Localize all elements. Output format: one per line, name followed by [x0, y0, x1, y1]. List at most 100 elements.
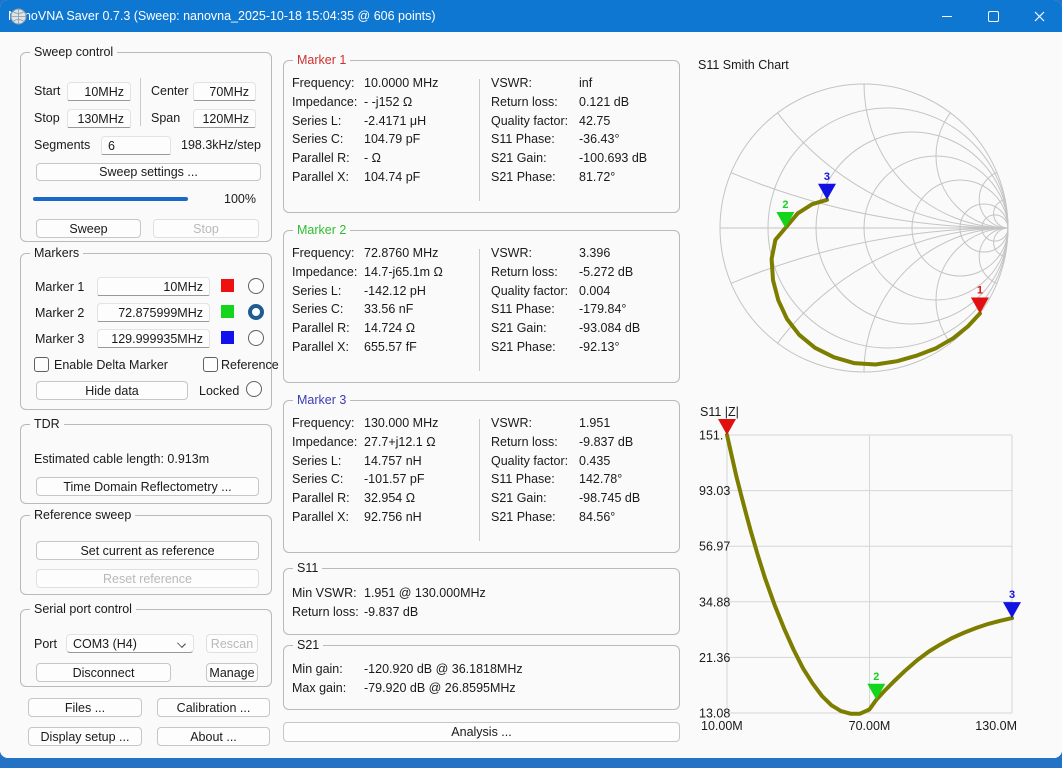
field-label: Quality factor:	[491, 113, 569, 128]
calibration-button[interactable]: Calibration ...	[157, 698, 270, 717]
rescan-button[interactable]: Rescan	[206, 634, 258, 653]
field-label: Parallel R:	[292, 321, 350, 336]
center-input[interactable]: 70MHz	[193, 82, 256, 101]
marker-3-label: 3	[1009, 589, 1015, 601]
s21-summary-panel: S21 Min gain: -120.920 dB @ 36.1818MHz Max…	[283, 637, 680, 710]
locked-radio[interactable]	[246, 381, 262, 397]
field-label: S21 Phase:	[491, 169, 556, 184]
field-label: S11 Phase:	[491, 132, 555, 147]
marker-1-label: 1	[977, 285, 983, 297]
field-label: Impedance:	[292, 435, 358, 450]
field-value: 655.57 fF	[364, 339, 417, 354]
marker1-color-swatch[interactable]	[221, 279, 234, 292]
field-label: Return loss:	[292, 605, 359, 620]
marker3-select-radio[interactable]	[248, 330, 264, 346]
field-label: Parallel X:	[292, 169, 349, 184]
marker2-select-radio[interactable]	[248, 304, 264, 320]
field-label: S21 Gain:	[491, 151, 547, 166]
field-value: inf	[579, 76, 593, 91]
reference-checkbox[interactable]	[203, 357, 218, 372]
field-value: 32.954 Ω	[364, 491, 416, 506]
tdr-group: TDR Estimated cable length: 0.913m Time …	[20, 416, 272, 504]
maximize-button[interactable]	[970, 0, 1016, 32]
display-setup-button[interactable]: Display setup ...	[28, 727, 142, 746]
hide-data-button[interactable]: Hide data	[36, 381, 188, 400]
markers-group: Markers Marker 1 10MHz Marker 2 72.87599…	[20, 245, 279, 410]
tdr-title: TDR	[30, 416, 64, 432]
field-label: Series C:	[292, 472, 344, 487]
field-value: -98.745 dB	[579, 491, 641, 506]
start-input[interactable]: 10MHz	[67, 82, 131, 101]
field-label: Series L:	[292, 283, 342, 298]
field-label: Max gain:	[292, 681, 347, 696]
field-value: -9.837 dB	[579, 435, 634, 450]
smith-grid-arcs	[720, 84, 1008, 372]
port-value: COM3 (H4)	[73, 636, 137, 651]
marker-3-triangle[interactable]	[1003, 602, 1021, 619]
disconnect-button[interactable]: Disconnect	[36, 663, 171, 682]
enable-delta-marker-checkbox[interactable]	[34, 357, 49, 372]
set-reference-button[interactable]: Set current as reference	[36, 541, 259, 560]
sweep-progress-bar	[33, 197, 188, 201]
reset-reference-button[interactable]: Reset reference	[36, 569, 259, 588]
s21-panel-title: S21	[293, 637, 324, 653]
field-value: 0.004	[579, 283, 611, 298]
span-input[interactable]: 120MHz	[193, 109, 256, 128]
field-label: Series L:	[292, 113, 342, 128]
marker3-right-values: VSWR: 1.951 Return loss: -9.837 dB Quality f…	[491, 414, 640, 526]
field-value: 33.56 nF	[364, 302, 414, 317]
port-select[interactable]: COM3 (H4)	[66, 634, 194, 653]
field-label: Parallel R:	[292, 151, 350, 166]
tdr-button[interactable]: Time Domain Reflectometry ...	[36, 477, 259, 496]
field-label: Min VSWR:	[292, 586, 357, 601]
field-value: 72.8760 MHz	[364, 246, 439, 261]
field-label: S21 Gain:	[491, 491, 547, 506]
smith-chart-title: S11 Smith Chart	[698, 58, 789, 72]
field-value: 0.121 dB	[579, 95, 630, 110]
serial-port-title: Serial port control	[30, 601, 136, 617]
field-value: 10.0000 MHz	[364, 76, 439, 91]
progress-percent: 100%	[224, 192, 256, 206]
marker-1-triangle[interactable]	[970, 297, 989, 314]
titlebar[interactable]: NanoVNA Saver 0.7.3 (Sweep: nanovna_2025…	[0, 0, 1062, 32]
field-value: -93.084 dB	[579, 321, 641, 336]
field-value: 0.435	[579, 453, 611, 468]
field-label: Series L:	[292, 453, 342, 468]
field-value: 130.000 MHz	[364, 416, 439, 431]
marker2-color-swatch[interactable]	[221, 305, 234, 318]
marker1-panel-title: Marker 1	[293, 52, 351, 68]
marker3-frequency-input[interactable]: 129.999935MHz	[97, 329, 210, 348]
stop-input[interactable]: 130MHz	[67, 109, 131, 128]
enable-delta-marker-label: Enable Delta Marker	[54, 358, 168, 372]
minimize-button[interactable]	[924, 0, 970, 32]
locked-label: Locked	[199, 384, 240, 398]
sweep-button[interactable]: Sweep	[36, 219, 141, 238]
marker1-right-values: VSWR: inf Return loss: 0.121 dB Quality fact…	[491, 74, 647, 186]
s11-smith-chart[interactable]: 1 2 3	[695, 72, 1047, 382]
segments-input[interactable]: 6	[101, 136, 171, 155]
field-value: -92.13°	[579, 339, 620, 354]
close-icon	[1034, 11, 1044, 21]
marker1-frequency-input[interactable]: 10MHz	[97, 277, 210, 296]
field-label: Min gain:	[292, 662, 343, 677]
close-button[interactable]	[1016, 0, 1062, 32]
stop-button[interactable]: Stop	[153, 219, 259, 238]
marker3-color-swatch[interactable]	[221, 331, 234, 344]
marker2-frequency-input[interactable]: 72.875999MHz	[97, 303, 210, 322]
field-label: Return loss:	[491, 265, 558, 280]
manage-button[interactable]: Manage	[206, 663, 258, 682]
sweep-control-title: Sweep control	[30, 44, 118, 60]
files-button[interactable]: Files ...	[28, 698, 142, 717]
analysis-button[interactable]: Analysis ...	[283, 722, 680, 742]
cable-length-text: Estimated cable length: 0.913m	[34, 452, 210, 466]
field-value: 1.951 @ 130.000MHz	[364, 586, 486, 601]
s11-z-chart[interactable]: 151.93.0356.9734.8821.3613.0810.00M 70.00…	[695, 400, 1055, 745]
field-label: S11 Phase:	[491, 472, 555, 487]
marker1-select-radio[interactable]	[248, 278, 264, 294]
field-value: - Ω	[364, 151, 381, 166]
field-label: S11 Phase:	[491, 302, 555, 317]
sweep-settings-button[interactable]: Sweep settings ...	[36, 163, 261, 181]
about-button[interactable]: About ...	[157, 727, 270, 746]
field-value: 14.757 nH	[364, 453, 422, 468]
field-label: Frequency:	[292, 76, 355, 91]
